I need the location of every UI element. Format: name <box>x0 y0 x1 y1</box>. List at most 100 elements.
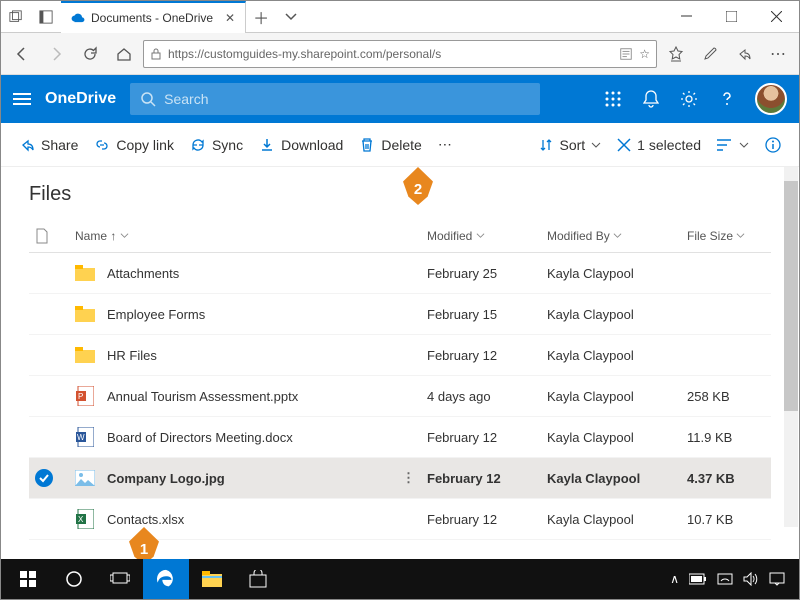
table-row[interactable]: Attachments⋮February 25Kayla Claypool <box>29 253 771 294</box>
cell-modified-by: Kayla Claypool <box>541 417 681 458</box>
col-size[interactable]: File Size <box>681 220 771 253</box>
cell-modified: February 15 <box>421 294 541 335</box>
notes-icon[interactable] <box>695 39 725 69</box>
file-type-icon: X <box>75 509 95 529</box>
battery-icon[interactable] <box>689 573 707 585</box>
share-browser-icon[interactable] <box>729 39 759 69</box>
window-titlebar: Documents - OneDrive ✕ ＋ <box>1 1 799 33</box>
cell-size <box>681 335 771 376</box>
tab-slide-icon[interactable] <box>31 1 61 33</box>
favorite-star-icon[interactable]: ☆ <box>639 47 650 61</box>
sync-button[interactable]: Sync <box>190 137 243 153</box>
settings-gear-icon[interactable] <box>679 89 699 109</box>
toolbar-more-icon[interactable]: ⋯ <box>438 136 452 153</box>
row-checkbox[interactable] <box>35 510 53 528</box>
file-name: Annual Tourism Assessment.pptx <box>107 389 298 404</box>
file-type-icon <box>75 304 95 324</box>
cortana-icon[interactable] <box>51 559 97 599</box>
taskview-icon[interactable] <box>97 559 143 599</box>
explorer-taskbar-icon[interactable] <box>189 559 235 599</box>
start-button[interactable] <box>5 559 51 599</box>
tray-chevron-icon[interactable]: ∧ <box>670 572 679 586</box>
info-pane-icon[interactable] <box>765 137 781 153</box>
user-avatar[interactable] <box>755 83 787 115</box>
table-row[interactable]: WBoard of Directors Meeting.docx⋮Februar… <box>29 417 771 458</box>
cell-modified: February 12 <box>421 417 541 458</box>
wifi-icon[interactable] <box>717 573 733 585</box>
row-checkbox[interactable] <box>35 264 53 282</box>
sort-button[interactable]: Sort <box>539 137 601 153</box>
close-tab-icon[interactable]: ✕ <box>225 11 235 25</box>
row-checkbox[interactable] <box>35 305 53 323</box>
windows-taskbar: ∧ <box>1 559 799 599</box>
row-checkbox[interactable] <box>35 387 53 405</box>
window-controls <box>664 11 799 22</box>
row-checkbox[interactable] <box>35 346 53 364</box>
content-area: Files Name ↑ Modified Modified By File S… <box>1 167 799 561</box>
table-row[interactable]: Company Logo.jpg⋮February 12Kayla Claypo… <box>29 458 771 499</box>
tab-group-icon[interactable] <box>1 1 31 33</box>
maximize-button[interactable] <box>709 11 754 22</box>
back-button[interactable] <box>7 39 37 69</box>
onedrive-brand[interactable]: OneDrive <box>45 90 116 108</box>
favorites-list-icon[interactable] <box>661 39 691 69</box>
home-button[interactable] <box>109 39 139 69</box>
svg-text:X: X <box>78 515 84 524</box>
close-window-button[interactable] <box>754 11 799 22</box>
copylink-button[interactable]: Copy link <box>94 137 174 153</box>
table-row[interactable]: HR Files⋮February 12Kayla Claypool <box>29 335 771 376</box>
file-type-header-icon[interactable] <box>35 228 49 244</box>
delete-button[interactable]: Delete <box>359 137 421 153</box>
cell-modified: 4 days ago <box>421 376 541 417</box>
app-launcher-icon[interactable] <box>603 89 623 109</box>
file-type-icon: W <box>75 427 95 447</box>
row-checkbox[interactable] <box>35 469 53 487</box>
browser-tab-active[interactable]: Documents - OneDrive ✕ <box>61 1 246 33</box>
notifications-icon[interactable] <box>641 89 661 109</box>
view-options-icon[interactable] <box>717 138 749 152</box>
cell-size: 258 KB <box>681 376 771 417</box>
svg-text:P: P <box>78 392 83 401</box>
file-name: Board of Directors Meeting.docx <box>107 430 293 445</box>
col-modified[interactable]: Modified <box>421 220 541 253</box>
action-center-icon[interactable] <box>769 572 785 586</box>
cell-modified-by: Kayla Claypool <box>541 294 681 335</box>
col-name[interactable]: Name ↑ <box>69 220 421 253</box>
onedrive-header: OneDrive Search <box>1 75 799 123</box>
search-box[interactable]: Search <box>130 83 540 115</box>
file-type-icon <box>75 345 95 365</box>
url-text: https://customguides-my.sharepoint.com/p… <box>168 47 613 61</box>
hamburger-icon[interactable] <box>13 92 31 106</box>
row-more-icon[interactable]: ⋮ <box>402 470 415 486</box>
cell-modified: February 12 <box>421 499 541 540</box>
store-taskbar-icon[interactable] <box>235 559 281 599</box>
new-tab-button[interactable]: ＋ <box>246 1 276 33</box>
help-icon[interactable] <box>717 89 737 109</box>
file-type-icon <box>75 263 95 283</box>
selection-count[interactable]: 1 selected <box>617 137 701 153</box>
forward-button[interactable] <box>41 39 71 69</box>
refresh-button[interactable] <box>75 39 105 69</box>
minimize-button[interactable] <box>664 11 709 22</box>
edge-taskbar-icon[interactable] <box>143 559 189 599</box>
table-row[interactable]: Employee Forms⋮February 15Kayla Claypool <box>29 294 771 335</box>
cell-modified-by: Kayla Claypool <box>541 253 681 294</box>
tab-chevron-icon[interactable] <box>276 1 306 33</box>
file-name: Employee Forms <box>107 307 205 322</box>
svg-text:W: W <box>77 433 85 442</box>
col-modified-by[interactable]: Modified By <box>541 220 681 253</box>
browser-tabstrip: Documents - OneDrive ✕ ＋ <box>1 1 306 33</box>
share-button[interactable]: Share <box>19 137 78 153</box>
file-type-icon: P <box>75 386 95 406</box>
volume-icon[interactable] <box>743 572 759 586</box>
file-name: Attachments <box>107 266 179 281</box>
more-browser-icon[interactable]: ⋯ <box>763 39 793 69</box>
reader-icon[interactable] <box>619 47 633 61</box>
cell-modified-by: Kayla Claypool <box>541 458 681 499</box>
table-row[interactable]: PAnnual Tourism Assessment.pptx⋮4 days a… <box>29 376 771 417</box>
download-button[interactable]: Download <box>259 137 343 153</box>
row-checkbox[interactable] <box>35 428 53 446</box>
address-bar[interactable]: https://customguides-my.sharepoint.com/p… <box>143 40 657 68</box>
cell-size: 10.7 KB <box>681 499 771 540</box>
system-tray[interactable]: ∧ <box>670 572 795 586</box>
